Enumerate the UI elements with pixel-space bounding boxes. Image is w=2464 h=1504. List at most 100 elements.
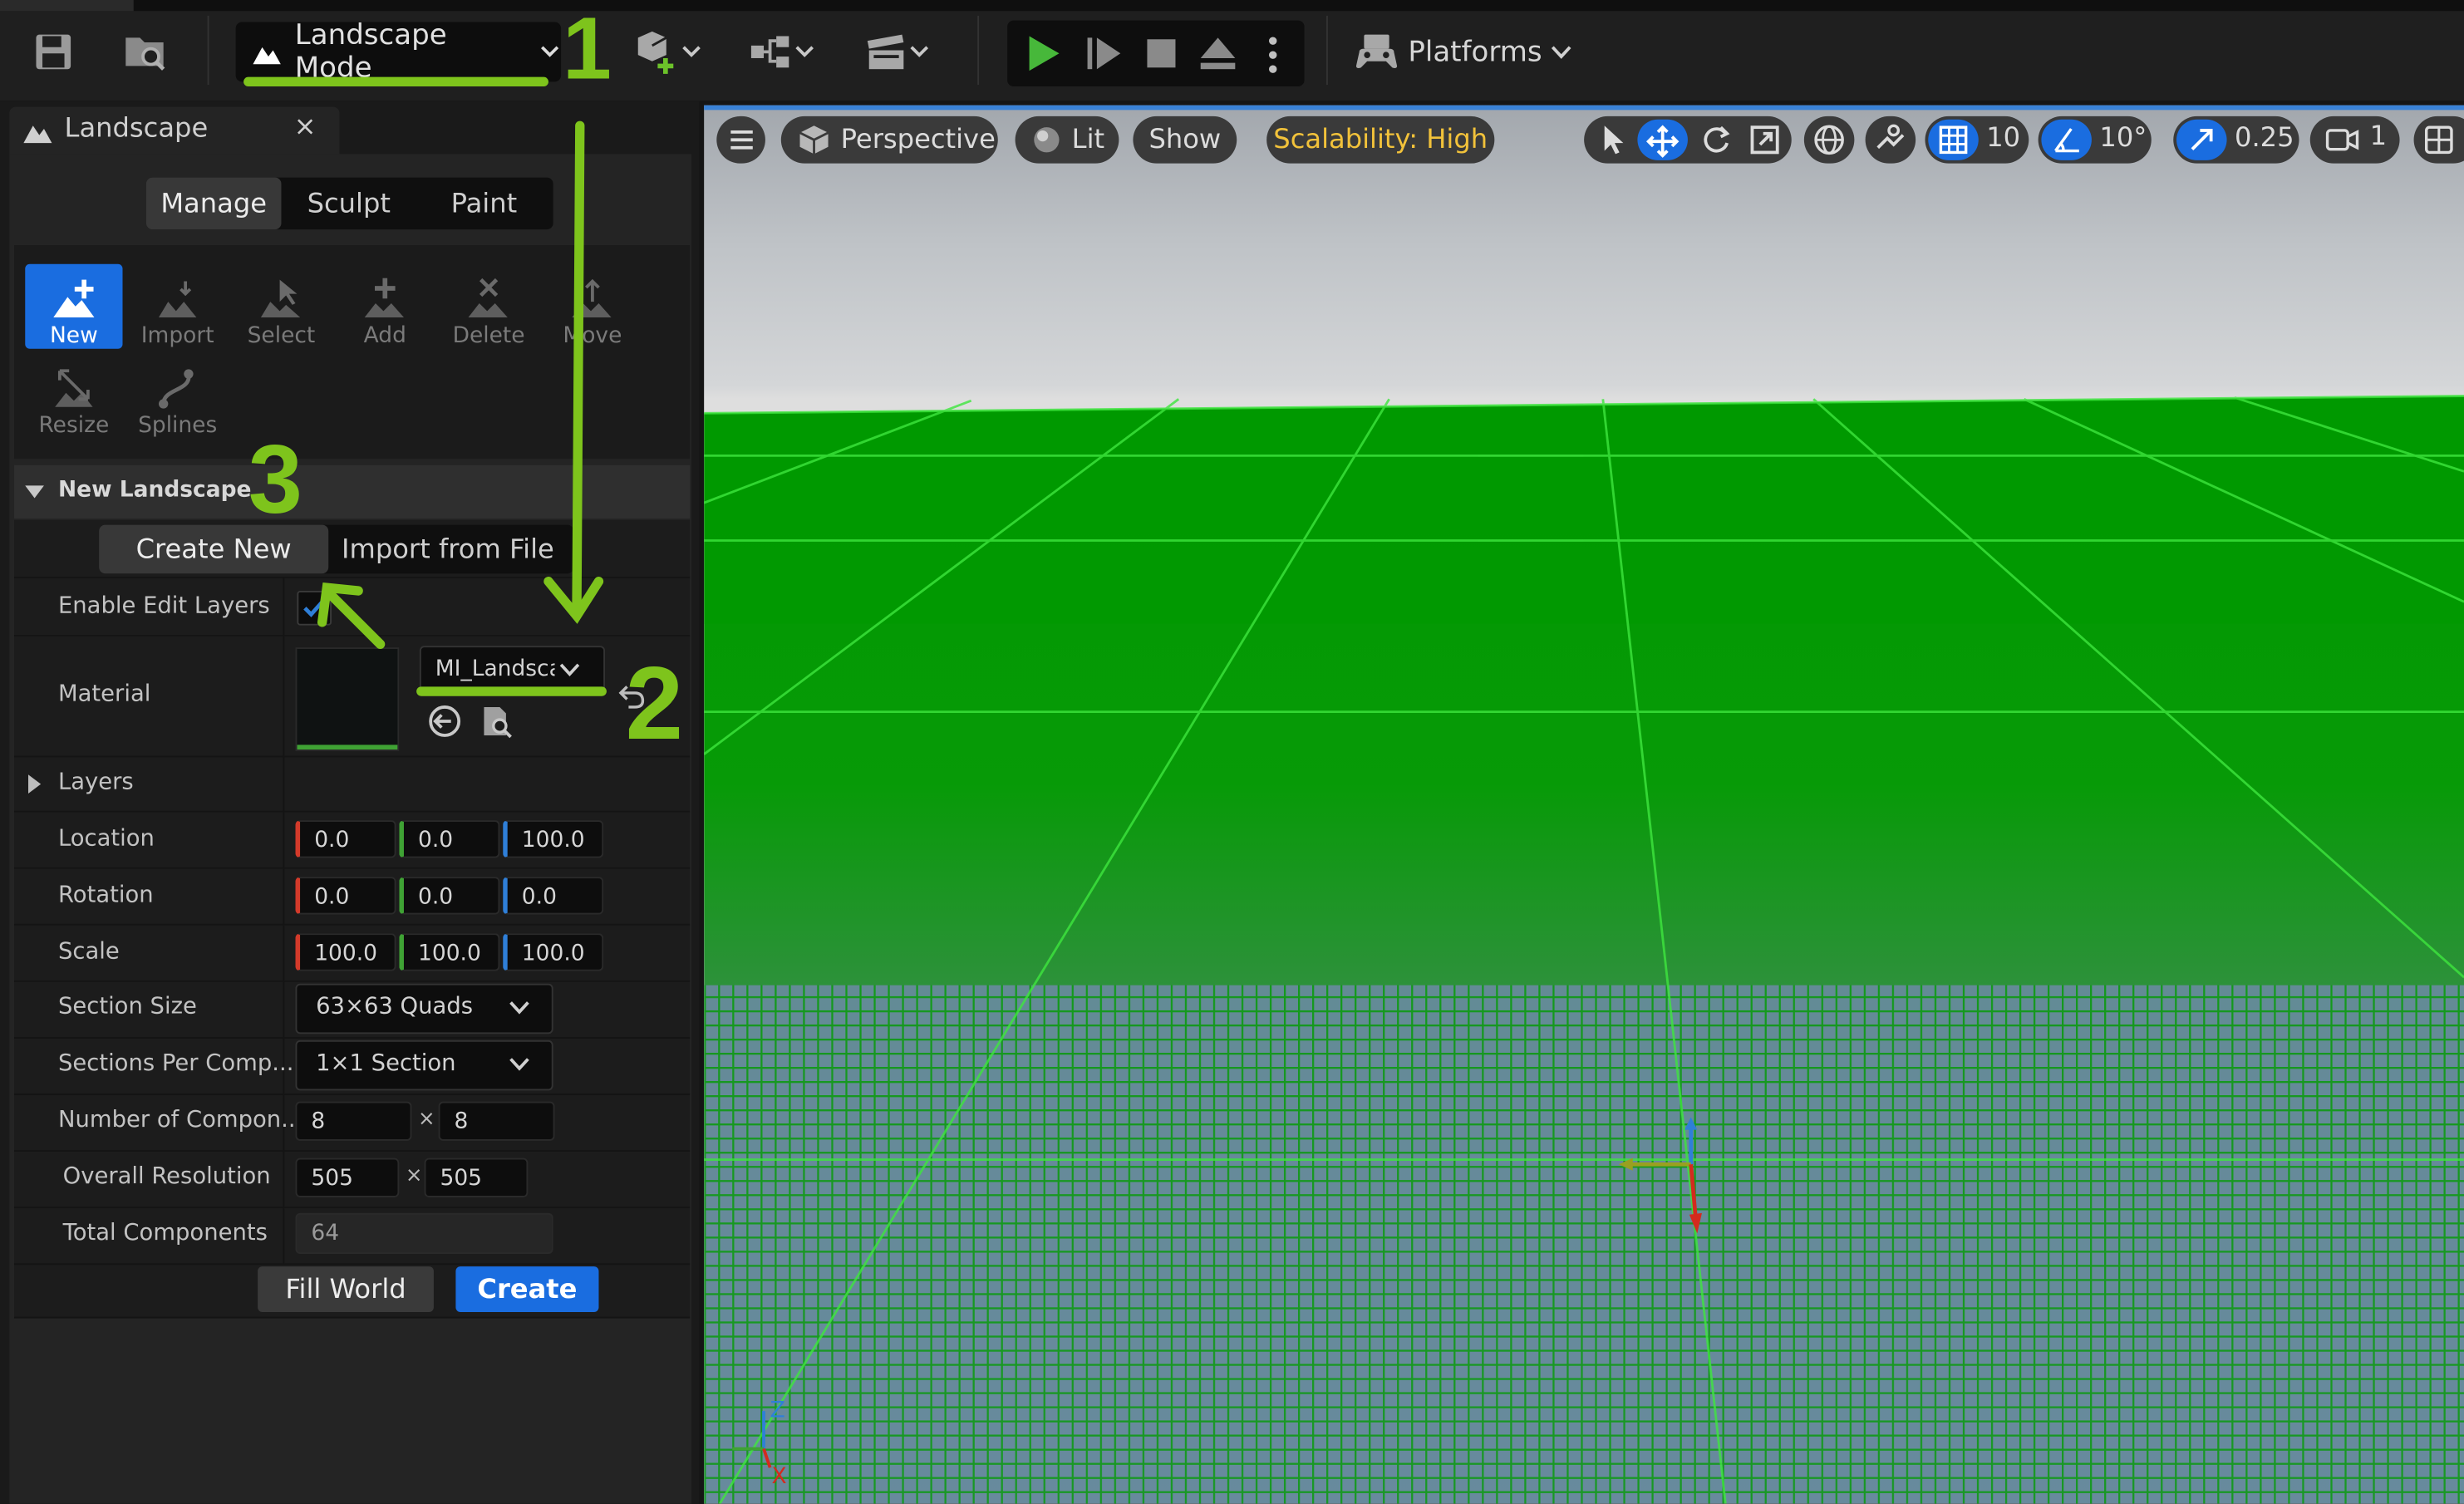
rotate-mode-icon[interactable] (1699, 122, 1734, 157)
rotation-x-input[interactable]: 0.0 (295, 877, 396, 915)
angle-icon (2054, 128, 2079, 153)
scale-label: Scale (57, 939, 120, 966)
tool-label: New (49, 323, 98, 349)
reset-to-default-icon[interactable] (616, 682, 647, 710)
viewport-layout-button[interactable] (2413, 116, 2464, 164)
grid-snap-toggle[interactable] (1928, 119, 1979, 160)
new-landscape-section-header[interactable]: New Landscape (14, 464, 691, 519)
location-x-input[interactable]: 0.0 (295, 820, 396, 858)
overall-resolution-label: Overall Resolution (62, 1164, 271, 1190)
tab-sculpt[interactable]: Sculpt (281, 178, 416, 229)
create-mode-tabs: Create New Import from File (99, 524, 574, 574)
rotation-y-input[interactable]: 0.0 (399, 877, 500, 915)
add-actor-icon (637, 31, 674, 74)
tab-create-new[interactable]: Create New (99, 524, 329, 574)
blueprint-button[interactable] (742, 25, 821, 78)
coordinate-system-button[interactable] (1803, 116, 1855, 164)
advance-frame-icon[interactable] (1083, 33, 1124, 74)
main-toolbar: Landscape Mode Platforms (0, 0, 2464, 101)
scale-mode-icon[interactable] (1748, 122, 1783, 157)
stop-icon[interactable] (1143, 35, 1180, 72)
save-icon[interactable] (28, 25, 79, 78)
level-viewport[interactable]: Z X (704, 105, 2464, 1504)
play-icon[interactable] (1023, 33, 1064, 74)
platforms-dropdown[interactable]: Platforms (1355, 25, 1572, 78)
landscape-mode-label: Landscape Mode (294, 18, 447, 86)
section-size-dropdown[interactable]: 63×63 Quads (295, 983, 553, 1035)
scalability-button[interactable]: Scalability: High (1266, 116, 1495, 164)
resolution-y-input[interactable]: 505 (424, 1157, 529, 1197)
grid-snap-value[interactable]: 10 (1986, 122, 2020, 154)
create-button[interactable]: Create (455, 1266, 599, 1312)
level-tab[interactable] (0, 0, 134, 12)
tab-manage[interactable]: Manage (145, 177, 282, 230)
landscape-mode-dropdown[interactable]: Landscape Mode (235, 19, 562, 85)
scale-x-input[interactable]: 100.0 (295, 933, 396, 971)
location-y-input[interactable]: 0.0 (399, 820, 500, 858)
sections-per-component-dropdown[interactable]: 1×1 Section (295, 1040, 553, 1091)
translate-mode-button[interactable] (1637, 119, 1688, 160)
resolution-x-input[interactable]: 505 (295, 1157, 400, 1197)
resize-icon (55, 369, 93, 407)
enable-edit-layers-checkbox[interactable] (297, 591, 332, 626)
add-actor-button[interactable] (626, 25, 707, 78)
transform-gizmo[interactable] (1612, 1111, 1706, 1236)
tool-move[interactable]: Move (543, 264, 641, 349)
world-globe-icon (1814, 125, 1844, 155)
material-picker-dropdown[interactable]: MI_Landsca (419, 646, 606, 695)
tool-splines[interactable]: Splines (129, 353, 226, 439)
row-divider (283, 757, 285, 811)
location-z-input[interactable]: 100.0 (503, 820, 604, 858)
tab-import-from-file[interactable]: Import from File (328, 525, 567, 574)
scale-snap-toggle[interactable] (2176, 119, 2227, 160)
perspective-button[interactable]: Perspective (780, 116, 998, 164)
tool-label: Resize (38, 413, 110, 439)
lit-button[interactable]: Lit (1015, 116, 1119, 164)
new-landscape-icon (53, 279, 95, 317)
more-options-icon[interactable] (1265, 35, 1281, 76)
surface-snapping-button[interactable] (1865, 116, 1916, 164)
rotation-snap-toggle[interactable] (2041, 119, 2092, 160)
browse-content-icon[interactable] (120, 25, 173, 78)
sections-per-component-label: Sections Per Comp... (57, 1051, 294, 1077)
chevron-down-icon (795, 46, 814, 57)
rotation-row: Rotation 0.0 0.0 0.0 (14, 868, 691, 926)
viewport-menu-button[interactable] (716, 116, 765, 164)
fill-world-button[interactable]: Fill World (258, 1266, 434, 1312)
camera-speed-button[interactable]: 1 (2309, 116, 2400, 164)
components-y-input[interactable]: 8 (438, 1101, 555, 1141)
camera-icon (2325, 129, 2359, 151)
components-x-input[interactable]: 8 (295, 1101, 412, 1141)
tool-delete[interactable]: Delete (440, 264, 537, 349)
rotation-z-input[interactable]: 0.0 (503, 877, 604, 915)
tool-add[interactable]: Add (337, 264, 434, 349)
scale-z-input[interactable]: 100.0 (503, 933, 604, 971)
layers-label: Layers (57, 769, 134, 795)
tool-label: Move (563, 323, 622, 349)
material-label: Material (57, 681, 151, 707)
tool-new[interactable]: New (25, 263, 123, 349)
layers-row[interactable]: Layers (14, 757, 691, 813)
tab-paint[interactable]: Paint (416, 178, 552, 229)
use-selected-asset-icon[interactable] (427, 704, 462, 739)
tool-label: Select (247, 323, 316, 349)
times-sign: × (405, 1164, 423, 1188)
landscape-mode-icon (253, 47, 281, 65)
grid-icon (1939, 125, 1968, 155)
select-mode-icon[interactable] (1595, 122, 1630, 157)
tool-select[interactable]: Select (233, 264, 330, 349)
browse-asset-icon[interactable] (480, 704, 514, 739)
cinematics-button[interactable] (855, 25, 937, 78)
tool-resize[interactable]: Resize (25, 353, 122, 439)
row-divider (283, 1208, 285, 1264)
tool-import[interactable]: Import (129, 264, 226, 349)
landscape-tab[interactable]: Landscape × (9, 106, 340, 155)
total-components-label: Total Components (62, 1221, 268, 1246)
material-thumbnail[interactable] (295, 647, 400, 751)
scale-y-input[interactable]: 100.0 (399, 933, 500, 971)
close-icon[interactable]: × (294, 111, 317, 143)
scale-snap-value[interactable]: 0.25 (2235, 122, 2294, 154)
eject-icon[interactable] (1198, 33, 1238, 74)
show-button[interactable]: Show (1133, 116, 1237, 164)
rotation-snap-value[interactable]: 10° (2099, 122, 2147, 154)
